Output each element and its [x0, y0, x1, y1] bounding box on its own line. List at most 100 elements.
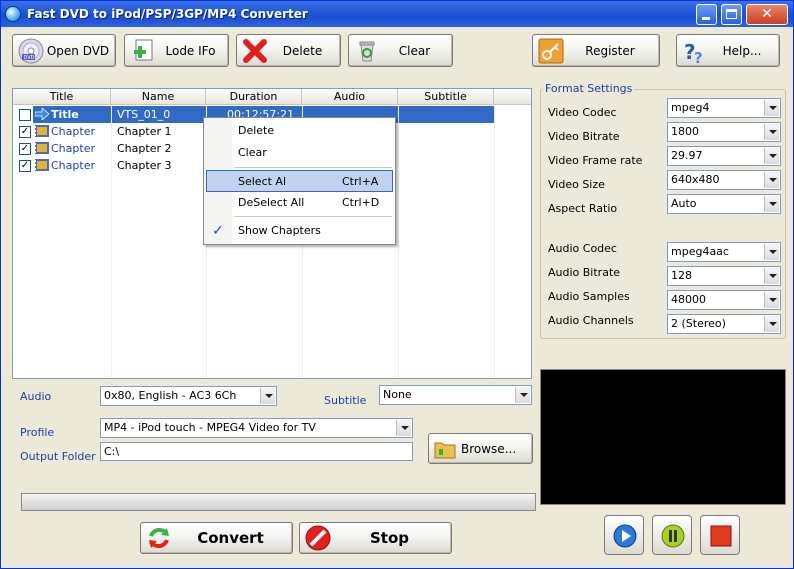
help-label: Help... — [722, 43, 762, 58]
column-header-duration[interactable]: Duration — [206, 89, 302, 105]
row-type: Chapter — [51, 125, 95, 138]
audio-codec-select[interactable]: mpeg4aac — [667, 242, 781, 262]
subtitle-label: Subtitle — [324, 394, 367, 407]
profile-select[interactable]: MP4 - iPod touch - MPEG4 Video for TV — [100, 418, 413, 438]
menu-item-select-all[interactable]: Select Al Ctrl+A — [206, 170, 393, 192]
convert-button[interactable]: Convert — [140, 522, 293, 554]
chevron-down-icon — [764, 148, 779, 164]
audio-codec-label: Audio Codec — [548, 242, 617, 255]
row-checkbox[interactable]: ✓ — [19, 143, 31, 155]
delete-label: Delete — [282, 43, 323, 58]
chevron-down-icon — [764, 268, 779, 284]
lode-ifo-button[interactable]: Lode IFo — [124, 34, 229, 67]
audio-channels-select[interactable]: 2 (Stereo) — [667, 314, 781, 334]
clear-button[interactable]: Clear — [348, 34, 453, 67]
output-folder-input[interactable]: C:\ — [100, 442, 413, 461]
audio-samples-label: Audio Samples — [548, 290, 630, 303]
delete-button[interactable]: Delete — [236, 34, 341, 67]
audio-track-select[interactable]: 0x80, English - AC3 6Ch — [100, 386, 277, 406]
row-checkbox[interactable] — [19, 109, 31, 121]
convert-label: Convert — [197, 529, 264, 547]
close-icon: ✕ — [761, 6, 773, 22]
play-icon — [613, 524, 637, 548]
close-button[interactable]: ✕ — [746, 4, 788, 25]
film-strip-icon — [35, 125, 49, 140]
register-button[interactable]: Register — [532, 34, 660, 67]
stop-sign-icon — [304, 524, 332, 552]
audio-channels-label: Audio Channels — [548, 314, 634, 327]
audio-bitrate-label: Audio Bitrate — [548, 266, 621, 279]
video-size-select[interactable]: 640x480 — [667, 170, 781, 190]
chevron-down-icon — [764, 196, 779, 212]
chevron-down-icon — [515, 387, 530, 403]
video-preview — [540, 369, 786, 505]
title-bar[interactable]: Fast DVD to iPod/PSP/3GP/MP4 Converter ✕ — [1, 1, 793, 27]
row-checkbox[interactable]: ✓ — [19, 126, 31, 138]
row-type: Chapter — [51, 142, 95, 155]
menu-item-deselect-all[interactable]: DeSelect All Ctrl+D — [206, 192, 393, 214]
pause-button[interactable] — [652, 515, 692, 555]
menu-separator — [234, 167, 392, 168]
stop-button[interactable]: Stop — [299, 522, 452, 554]
app-window: Fast DVD to iPod/PSP/3GP/MP4 Converter ✕… — [0, 0, 794, 569]
maximize-icon — [726, 9, 737, 19]
row-name: Chapter 2 — [117, 142, 172, 155]
open-dvd-button[interactable]: DVD Open DVD — [12, 34, 116, 67]
help-question-icon: ?? — [681, 37, 709, 67]
browse-button[interactable]: Browse... — [428, 433, 533, 464]
audio-samples-select[interactable]: 48000 — [667, 290, 781, 310]
browse-label: Browse... — [461, 441, 517, 456]
column-header-title[interactable]: Title — [13, 89, 111, 105]
svg-text:DVD: DVD — [24, 55, 35, 61]
folder-icon — [433, 437, 457, 461]
row-name: Chapter 3 — [117, 159, 172, 172]
app-icon — [5, 6, 21, 22]
stop-playback-button[interactable] — [700, 515, 740, 555]
recycle-bin-icon — [353, 37, 381, 65]
row-name: VTS_01_0 — [117, 108, 171, 121]
menu-separator — [234, 216, 392, 217]
subtitle-select[interactable]: None — [379, 385, 532, 405]
grid-line — [398, 105, 399, 378]
video-bitrate-select[interactable]: 1800 — [667, 122, 781, 142]
aspect-ratio-select[interactable]: Auto — [667, 194, 781, 214]
key-icon — [537, 37, 565, 65]
clear-label: Clear — [398, 43, 431, 58]
column-header-subtitle[interactable]: Subtitle — [398, 89, 494, 105]
minimize-button[interactable] — [696, 4, 717, 25]
help-button[interactable]: ?? Help... — [676, 34, 780, 67]
video-bitrate-label: Video Bitrate — [548, 130, 620, 143]
video-size-label: Video Size — [548, 178, 605, 191]
audio-bitrate-select[interactable]: 128 — [667, 266, 781, 286]
add-file-icon — [129, 37, 157, 65]
menu-item-delete[interactable]: Delete — [206, 120, 393, 142]
grid-line — [111, 105, 112, 378]
aspect-ratio-label: Aspect Ratio — [548, 202, 618, 215]
progress-bar — [21, 493, 536, 511]
row-type: Chapter — [51, 159, 95, 172]
chevron-down-icon — [764, 244, 779, 260]
chevron-down-icon — [764, 316, 779, 332]
stop-label: Stop — [369, 529, 410, 547]
video-frame-rate-select[interactable]: 29.97 — [667, 146, 781, 166]
lode-ifo-label: Lode IFo — [165, 43, 216, 58]
audio-label: Audio — [20, 390, 52, 403]
column-header-audio[interactable]: Audio — [302, 89, 398, 105]
chevron-down-icon — [396, 420, 411, 436]
video-codec-select[interactable]: mpeg4 — [667, 98, 781, 118]
maximize-button[interactable] — [721, 4, 742, 25]
svg-text:?: ? — [694, 49, 703, 65]
register-label: Register — [585, 43, 635, 58]
menu-item-show-chapters[interactable]: ✓ Show Chapters — [206, 220, 393, 242]
row-checkbox[interactable]: ✓ — [19, 160, 31, 172]
arrow-right-icon — [34, 107, 50, 123]
column-header-filler — [494, 89, 531, 105]
minimize-icon — [702, 17, 710, 20]
column-header-name[interactable]: Name — [111, 89, 206, 105]
output-folder-label: Output Folder : — [20, 450, 103, 463]
grid-line — [494, 105, 495, 378]
check-icon: ✓ — [212, 223, 224, 239]
play-button[interactable] — [604, 515, 644, 555]
pause-icon — [661, 524, 685, 548]
menu-item-clear[interactable]: Clear — [206, 142, 393, 164]
